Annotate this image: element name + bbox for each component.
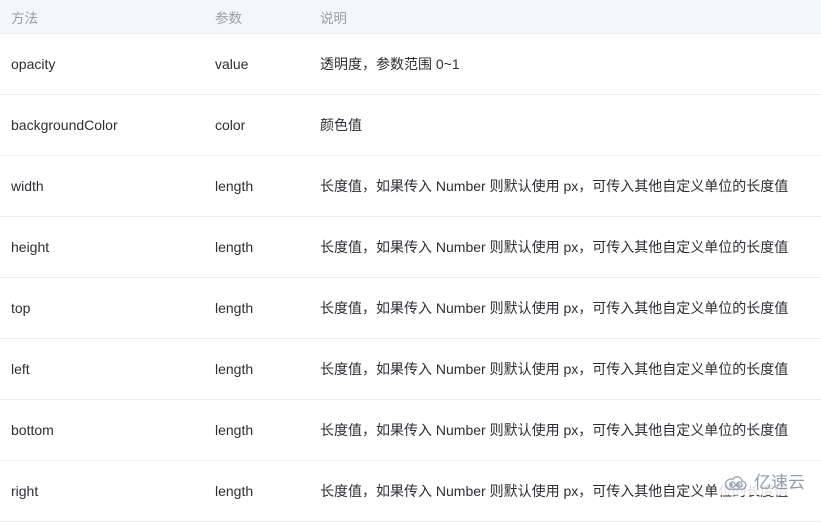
- cell-desc: 长度值，如果传入 Number 则默认使用 px，可传入其他自定义单位的长度值: [315, 460, 821, 522]
- cell-method: width: [0, 155, 210, 217]
- cell-method: left: [0, 338, 210, 400]
- table-row: width length 长度值，如果传入 Number 则默认使用 px，可传…: [0, 155, 821, 217]
- api-parameter-table: 方法 参数 说明 opacity value 透明度，参数范围 0~1 back…: [0, 0, 821, 522]
- table-row: backgroundColor color 颜色值: [0, 94, 821, 156]
- cell-param: value: [210, 33, 315, 95]
- cell-desc: 长度值，如果传入 Number 则默认使用 px，可传入其他自定义单位的长度值: [315, 338, 821, 400]
- cell-desc: 长度值，如果传入 Number 则默认使用 px，可传入其他自定义单位的长度值: [315, 155, 821, 217]
- table-body: opacity value 透明度，参数范围 0~1 backgroundCol…: [0, 33, 821, 522]
- cell-desc: 透明度，参数范围 0~1: [315, 33, 821, 95]
- table-header-row: 方法 参数 说明: [0, 0, 821, 34]
- table-row: opacity value 透明度，参数范围 0~1: [0, 33, 821, 95]
- table-row: left length 长度值，如果传入 Number 则默认使用 px，可传入…: [0, 338, 821, 400]
- table-row: right length 长度值，如果传入 Number 则默认使用 px，可传…: [0, 460, 821, 522]
- column-header-desc: 说明: [315, 0, 821, 34]
- cell-desc: 长度值，如果传入 Number 则默认使用 px，可传入其他自定义单位的长度值: [315, 399, 821, 461]
- cell-method: opacity: [0, 33, 210, 95]
- cell-desc: 长度值，如果传入 Number 则默认使用 px，可传入其他自定义单位的长度值: [315, 277, 821, 339]
- cell-param: length: [210, 338, 315, 400]
- table-row: height length 长度值，如果传入 Number 则默认使用 px，可…: [0, 216, 821, 278]
- cell-method: right: [0, 460, 210, 522]
- cell-method: height: [0, 216, 210, 278]
- cell-desc: 长度值，如果传入 Number 则默认使用 px，可传入其他自定义单位的长度值: [315, 216, 821, 278]
- cell-desc: 颜色值: [315, 94, 821, 156]
- cell-param: length: [210, 216, 315, 278]
- cell-param: length: [210, 277, 315, 339]
- cell-method: bottom: [0, 399, 210, 461]
- column-header-method: 方法: [0, 0, 210, 34]
- table-header: 方法 参数 说明: [0, 0, 821, 34]
- cell-param: color: [210, 94, 315, 156]
- table-row: bottom length 长度值，如果传入 Number 则默认使用 px，可…: [0, 399, 821, 461]
- column-header-param: 参数: [210, 0, 315, 34]
- table-row: top length 长度值，如果传入 Number 则默认使用 px，可传入其…: [0, 277, 821, 339]
- cell-param: length: [210, 460, 315, 522]
- cell-method: backgroundColor: [0, 94, 210, 156]
- cell-param: length: [210, 155, 315, 217]
- cell-method: top: [0, 277, 210, 339]
- cell-param: length: [210, 399, 315, 461]
